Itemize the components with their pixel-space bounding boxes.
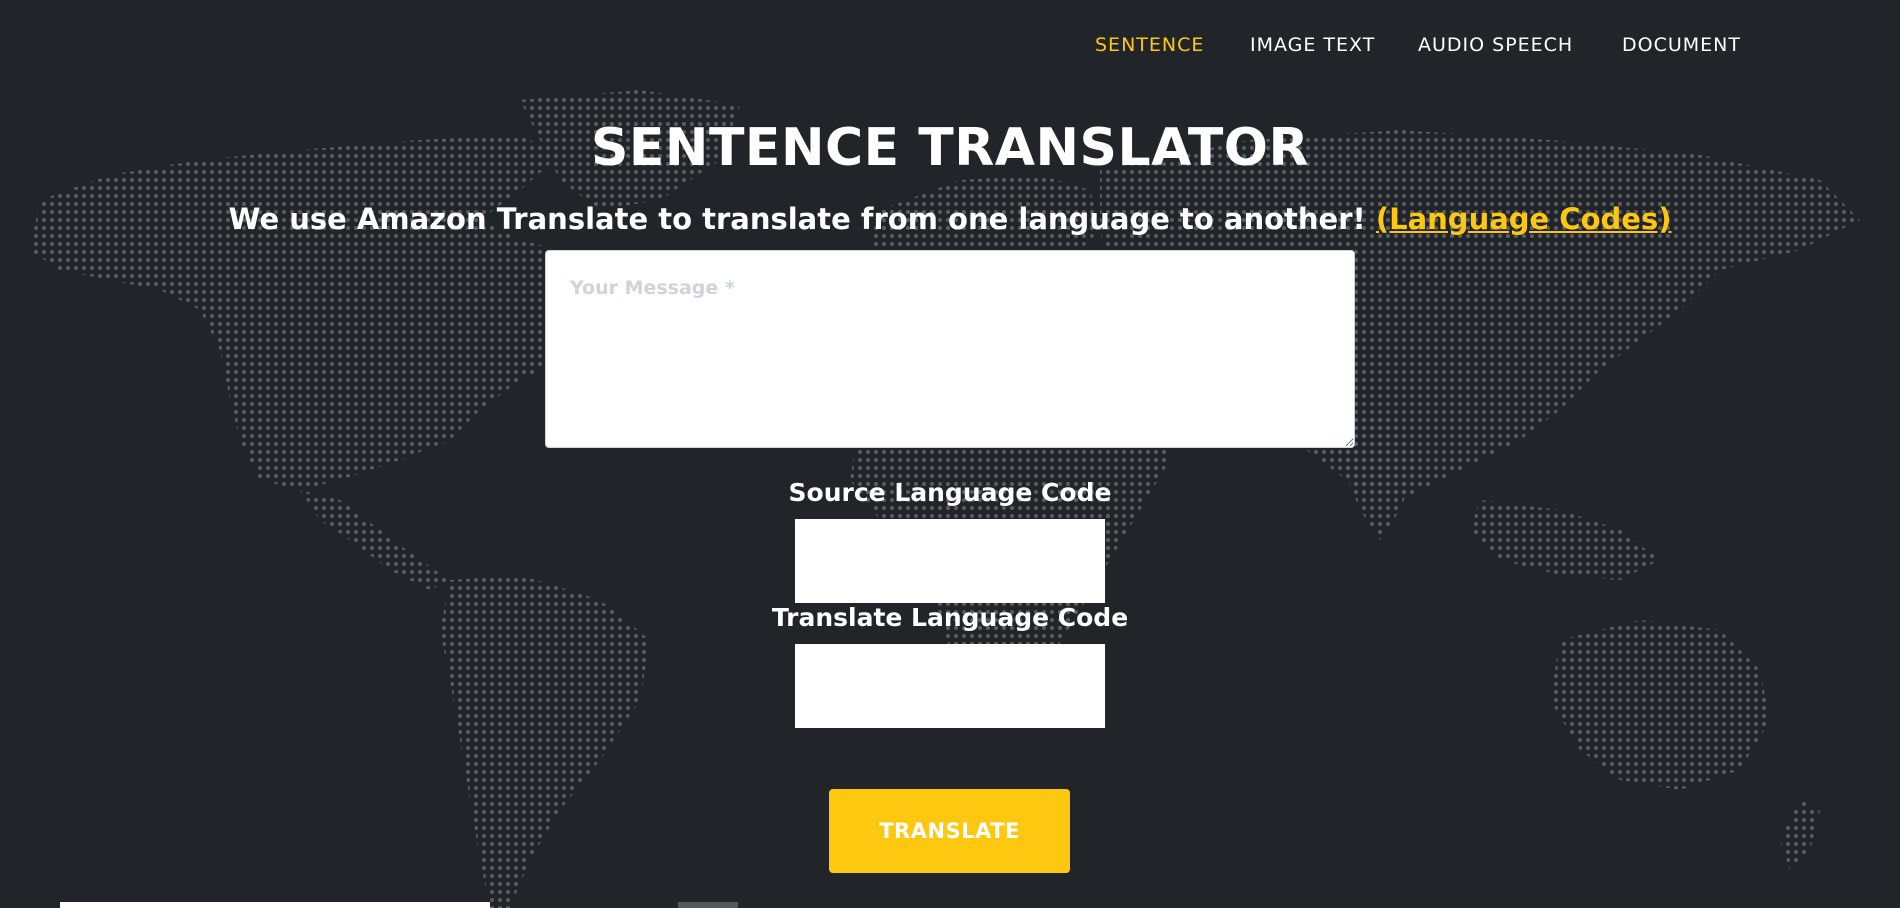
message-textarea[interactable] bbox=[545, 250, 1355, 448]
page: SENTENCE IMAGE TEXT AUDIO SPEECH DOCUMEN… bbox=[0, 0, 1900, 908]
target-language-input[interactable] bbox=[795, 644, 1105, 728]
page-subtitle: We use Amazon Translate to translate fro… bbox=[0, 202, 1900, 236]
bottom-strip-left bbox=[60, 902, 490, 908]
bottom-strip-right bbox=[678, 902, 738, 908]
nav-audio-speech[interactable]: AUDIO SPEECH bbox=[1418, 34, 1573, 56]
translate-button[interactable]: TRANSLATE bbox=[829, 789, 1070, 873]
nav-sentence[interactable]: SENTENCE bbox=[1095, 34, 1204, 56]
source-language-label: Source Language Code bbox=[788, 478, 1112, 507]
target-language-label: Translate Language Code bbox=[771, 603, 1129, 632]
source-language-input[interactable] bbox=[795, 519, 1105, 603]
top-nav: SENTENCE IMAGE TEXT AUDIO SPEECH DOCUMEN… bbox=[0, 0, 1900, 90]
nav-image-text[interactable]: IMAGE TEXT bbox=[1250, 34, 1375, 56]
page-title: SENTENCE TRANSLATOR bbox=[590, 118, 1310, 178]
subtitle-text: We use Amazon Translate to translate fro… bbox=[228, 202, 1366, 236]
language-codes-link[interactable]: (Language Codes) bbox=[1376, 202, 1672, 236]
nav-document[interactable]: DOCUMENT bbox=[1622, 34, 1741, 56]
